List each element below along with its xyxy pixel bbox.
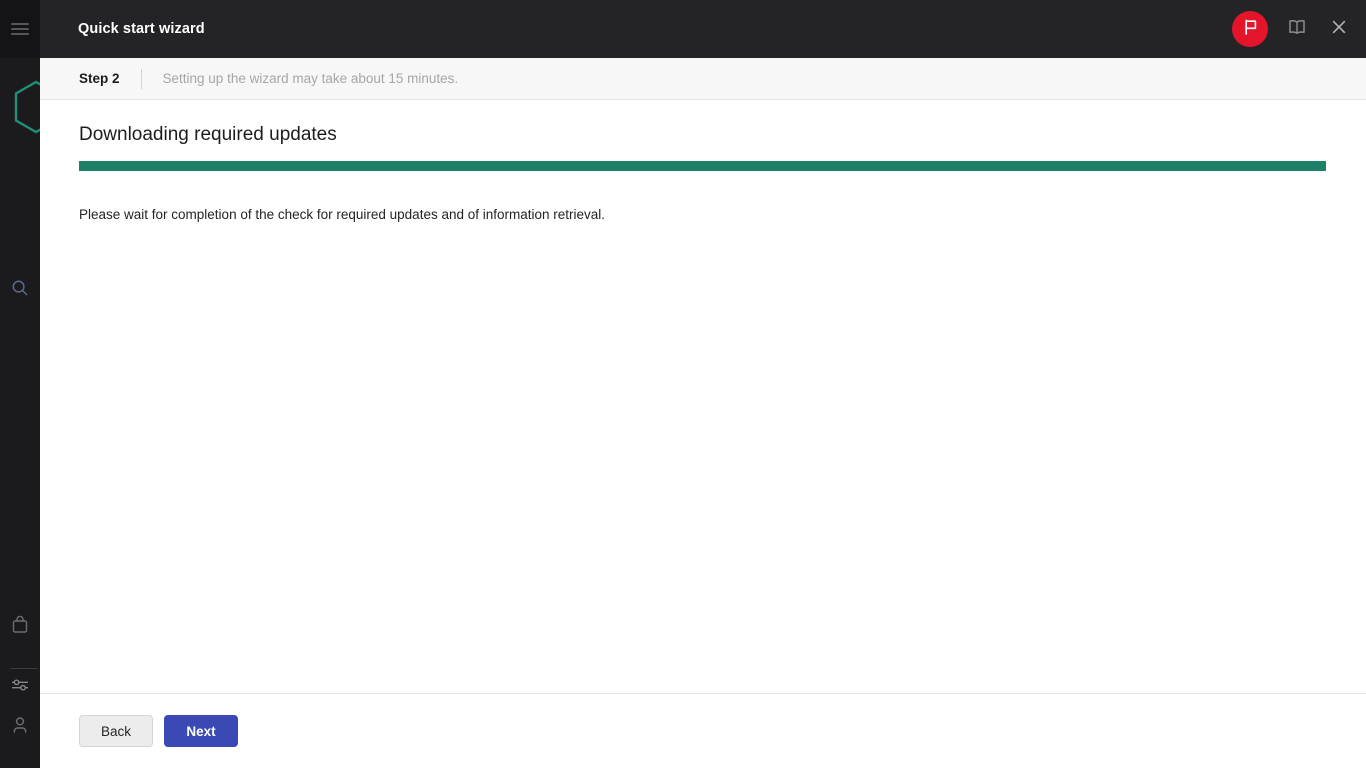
sidebar-item-settings[interactable] [0,667,40,707]
user-account-icon [11,716,29,740]
sliders-settings-icon [10,676,30,699]
close-window-button[interactable] [1326,16,1352,42]
hamburger-menu-icon [11,20,29,38]
wizard-footer: Back Next [40,693,1366,768]
download-progress-bar [79,161,1326,171]
bag-icon [11,615,29,639]
left-sidebar [0,0,40,768]
sidebar-item-bag[interactable] [0,607,40,647]
hamburger-menu-button[interactable] [0,0,40,58]
step-number-label: Step 2 [79,71,120,86]
step-divider [140,68,142,89]
sidebar-item-account[interactable] [0,708,40,748]
book-icon [1287,18,1307,41]
flag-notification-button[interactable] [1232,11,1268,47]
app-root: Quick start wizard Step 2 Setting up the… [0,0,1366,768]
window-header: Quick start wizard [40,0,1366,58]
close-icon [1330,18,1348,41]
sidebar-item-search[interactable] [0,270,40,310]
hexagon-logo-icon [12,80,40,134]
back-button[interactable]: Back [79,715,153,747]
window-title: Quick start wizard [78,21,205,37]
wizard-step-bar: Step 2 Setting up the wizard may take ab… [40,58,1366,100]
next-button[interactable]: Next [164,715,238,747]
header-actions [1232,0,1352,58]
page-description: Please wait for completion of the check … [79,207,606,222]
download-progress-fill [79,161,1326,171]
search-icon [11,279,29,302]
step-note-text: Setting up the wizard may take about 15 … [162,71,459,86]
help-documentation-button[interactable] [1284,16,1310,42]
page-title: Downloading required updates [79,124,337,145]
wizard-content: Downloading required updates Please wait… [40,100,1366,693]
flag-icon [1242,18,1259,41]
